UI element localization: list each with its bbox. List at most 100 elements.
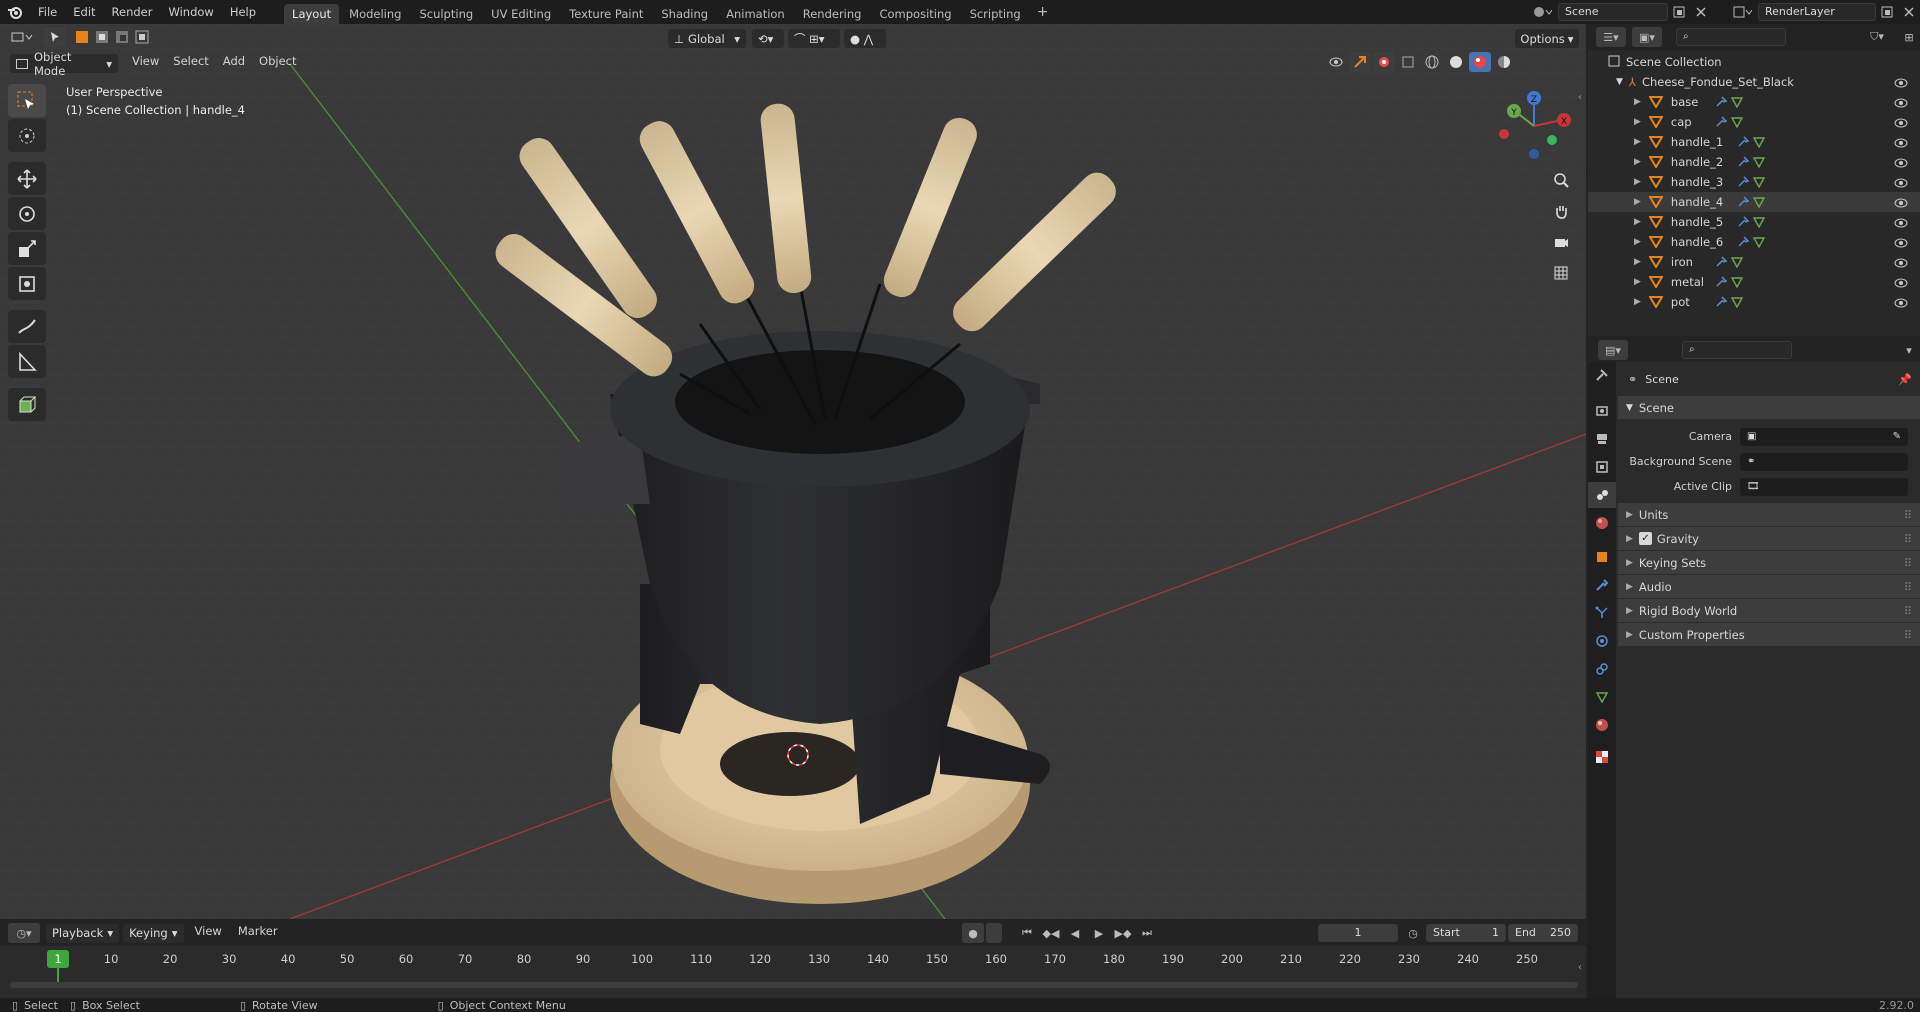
chevron-right-icon[interactable]: ▶ [1634, 237, 1641, 247]
cursor-tool[interactable] [8, 119, 46, 152]
drag-handle-icon[interactable]: ⠿ [1904, 580, 1912, 594]
visibility-eye-icon[interactable] [1894, 157, 1908, 171]
jump-keyframe-forward-icon[interactable]: ▶◆ [1112, 923, 1134, 943]
chevron-right-icon[interactable]: ▶ [1634, 137, 1641, 147]
overlay-toggle-icon[interactable] [1373, 52, 1395, 72]
chevron-right-icon[interactable]: ▶ [1634, 197, 1641, 207]
tab-shading[interactable]: Shading [653, 4, 716, 24]
options-dropdown[interactable]: Options ▾ [1515, 29, 1579, 48]
proportional-edit-dropdown[interactable]: ● ⋀ [844, 29, 886, 48]
tab-rendering[interactable]: Rendering [795, 4, 870, 24]
select-intersect-icon[interactable] [132, 27, 152, 47]
timeline-menu-view[interactable]: View [188, 924, 229, 943]
modifier-tab-icon[interactable] [1588, 572, 1616, 598]
visibility-eye-icon[interactable] [1894, 137, 1908, 151]
chevron-down-icon[interactable]: ▼ [1616, 77, 1623, 87]
modifier-icon[interactable] [1715, 256, 1727, 268]
scene-tab-icon[interactable] [1588, 482, 1616, 508]
viewport-menu-object[interactable]: Object [252, 54, 303, 68]
modifier-icon[interactable] [1715, 116, 1727, 128]
add-cube-tool[interactable] [8, 388, 46, 421]
render-tab-icon[interactable] [1588, 398, 1616, 424]
tab-layout[interactable]: Layout [284, 4, 340, 24]
timeline-editor-type-icon[interactable]: ◷▾ [8, 923, 40, 943]
mesh-data-icon[interactable] [1752, 216, 1765, 228]
drag-handle-icon[interactable]: ⠿ [1904, 628, 1912, 642]
tab-animation[interactable]: Animation [718, 4, 793, 24]
visibility-eye-icon[interactable] [1894, 277, 1908, 291]
delete-scene-icon[interactable] [1690, 2, 1712, 22]
wireframe-shading-icon[interactable] [1421, 52, 1443, 72]
outliner-item-handle-5[interactable]: ▶ handle_5 [1588, 212, 1920, 232]
play-reverse-icon[interactable]: ◀ [1064, 923, 1086, 943]
camera-view-icon[interactable] [1547, 228, 1575, 256]
modifier-icon[interactable] [1737, 176, 1749, 188]
subpanel-custom-properties[interactable]: ▶ Custom Properties ⠿ [1618, 623, 1920, 647]
drag-handle-icon[interactable]: ⠿ [1904, 604, 1912, 618]
object-tab-icon[interactable] [1588, 544, 1616, 570]
new-collection-icon[interactable]: ⊞ [1898, 27, 1920, 47]
outliner-item-base[interactable]: ▶ base [1588, 92, 1920, 112]
mesh-data-icon[interactable] [1752, 176, 1765, 188]
modifier-icon[interactable] [1737, 196, 1749, 208]
rotate-tool[interactable] [8, 197, 46, 230]
outliner-item-handle-1[interactable]: ▶ handle_1 [1588, 132, 1920, 152]
select-mode-icon[interactable] [44, 27, 66, 47]
menu-window[interactable]: Window [160, 0, 221, 24]
display-mode-icon[interactable]: ▣▾ [1632, 27, 1662, 47]
zoom-icon[interactable] [1547, 166, 1575, 194]
visibility-eye-icon[interactable] [1894, 177, 1908, 191]
modifier-icon[interactable] [1715, 96, 1727, 108]
subpanel-audio[interactable]: ▶ Audio ⠿ [1618, 575, 1920, 599]
modifier-icon[interactable] [1737, 236, 1749, 248]
drag-handle-icon[interactable]: ⠿ [1904, 532, 1912, 546]
chevron-right-icon[interactable]: ▶ [1634, 217, 1641, 227]
jump-keyframe-back-icon[interactable]: ◆◀ [1040, 923, 1062, 943]
editor-type-icon[interactable] [6, 27, 38, 47]
pin-icon[interactable]: 📌 [1898, 373, 1912, 386]
timeline-menu-keying[interactable]: Keying ▾ [123, 923, 184, 943]
mesh-data-icon[interactable] [1752, 156, 1765, 168]
snap-dropdown[interactable]: ⌒ ⊞▾ [788, 29, 840, 48]
material-tab-icon[interactable] [1588, 712, 1616, 738]
view-layer-selector-icon[interactable] [1726, 2, 1758, 22]
visibility-icon[interactable] [1325, 52, 1347, 72]
outliner-collection[interactable]: ▼ ⅄ Cheese_Fondue_Set_Black [1588, 72, 1920, 92]
gravity-checkbox[interactable]: ✓ [1638, 532, 1652, 545]
outliner-search-input[interactable]: ⌕ [1676, 28, 1786, 46]
view-layer-tab-icon[interactable] [1588, 454, 1616, 480]
start-frame-field[interactable]: Start 1 [1426, 924, 1506, 942]
add-workspace-button[interactable]: + [1031, 4, 1055, 20]
move-tool[interactable] [8, 162, 46, 195]
data-tab-icon[interactable] [1588, 684, 1616, 710]
scene-panel-header[interactable]: ▼ Scene [1618, 396, 1920, 420]
transform-tool[interactable] [8, 267, 46, 300]
drag-handle-icon[interactable]: ⠿ [1904, 508, 1912, 522]
outliner-item-handle-3[interactable]: ▶ handle_3 [1588, 172, 1920, 192]
record-icon[interactable]: ● [962, 923, 984, 943]
tab-sculpting[interactable]: Sculpting [411, 4, 481, 24]
visibility-eye-icon[interactable] [1894, 97, 1908, 111]
menu-file[interactable]: File [30, 0, 65, 24]
properties-search-input[interactable]: ⌕ [1682, 341, 1792, 359]
timeline-scrollbar[interactable] [10, 982, 1578, 988]
mesh-data-icon[interactable] [1730, 96, 1743, 108]
navigation-gizmo[interactable]: Z X Y [1496, 88, 1572, 164]
pan-hand-icon[interactable] [1547, 197, 1575, 225]
play-icon[interactable]: ▶ [1088, 923, 1110, 943]
subpanel-keying-sets[interactable]: ▶ Keying Sets ⠿ [1618, 551, 1920, 575]
new-view-layer-icon[interactable] [1876, 2, 1898, 22]
chevron-right-icon[interactable]: ▶ [1634, 177, 1641, 187]
chevron-right-icon[interactable]: ▶ [1634, 97, 1641, 107]
select-extend-icon[interactable] [92, 27, 112, 47]
properties-editor-type-icon[interactable]: ▤▾ [1598, 340, 1628, 360]
preview-range-icon[interactable]: ◷ [1402, 923, 1424, 943]
gizmo-toggle-icon[interactable] [1349, 52, 1371, 72]
select-subtract-icon[interactable] [112, 27, 132, 47]
chevron-right-icon[interactable]: ▶ [1634, 277, 1641, 287]
output-tab-icon[interactable] [1588, 426, 1616, 452]
tab-texture-paint[interactable]: Texture Paint [561, 4, 651, 24]
outliner-scene-collection[interactable]: Scene Collection [1588, 52, 1920, 72]
menu-edit[interactable]: Edit [65, 0, 103, 24]
viewport-menu-add[interactable]: Add [216, 54, 252, 68]
